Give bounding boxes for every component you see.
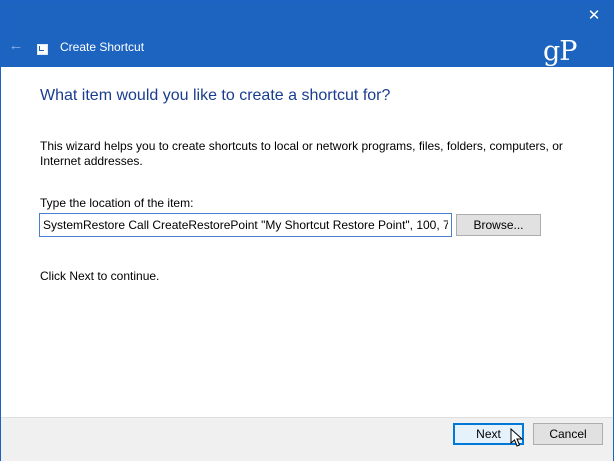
cancel-button[interactable]: Cancel xyxy=(533,423,603,445)
create-shortcut-window: ✕ ← Create Shortcut gP What item would y… xyxy=(0,0,614,461)
close-icon: ✕ xyxy=(587,7,601,24)
back-button[interactable]: ← xyxy=(7,37,25,55)
close-button[interactable]: ✕ xyxy=(583,5,605,27)
location-label: Type the location of the item: xyxy=(40,196,194,210)
wizard-description: This wizard helps you to create shortcut… xyxy=(40,139,563,168)
window-title: Create Shortcut xyxy=(60,40,145,54)
shortcut-icon xyxy=(37,44,48,55)
title-bar: ✕ ← Create Shortcut gP xyxy=(1,1,613,67)
page-heading: What item would you like to create a sho… xyxy=(40,87,391,104)
location-input[interactable] xyxy=(39,213,452,237)
back-arrow-icon: ← xyxy=(8,37,24,54)
browse-button[interactable]: Browse... xyxy=(456,214,541,236)
mouse-pointer-icon xyxy=(510,428,524,447)
watermark-logo: gP xyxy=(543,36,577,67)
continue-hint: Click Next to continue. xyxy=(40,269,160,283)
